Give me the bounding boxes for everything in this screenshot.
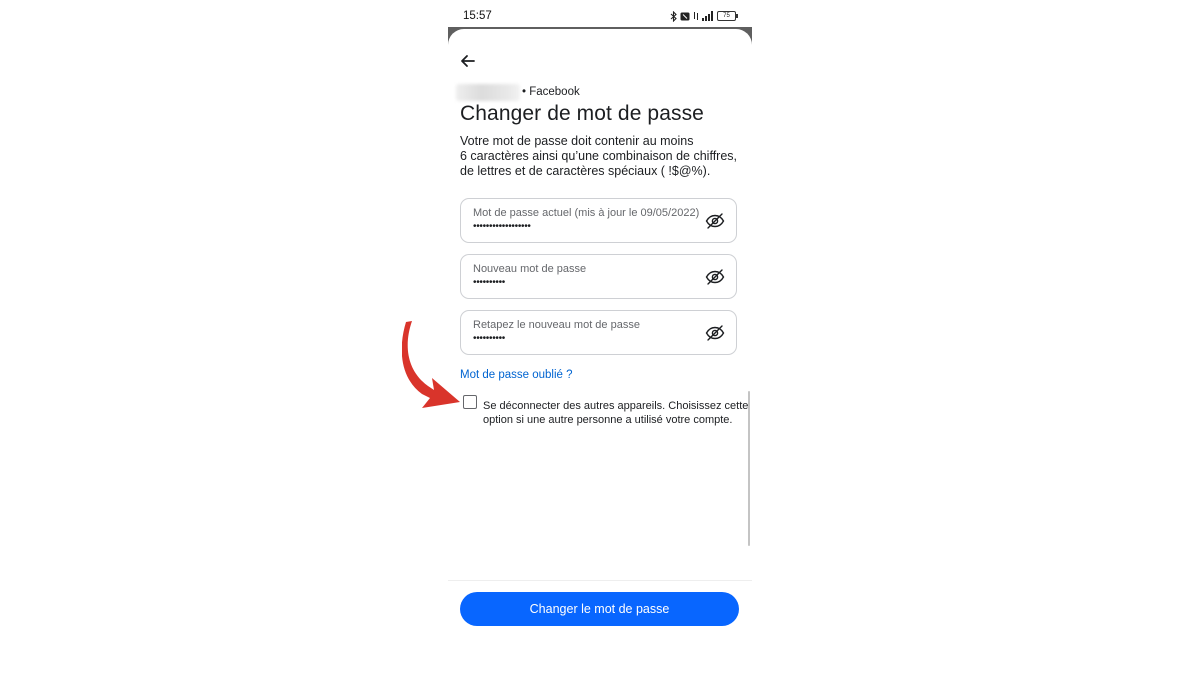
forgot-password-link[interactable]: Mot de passe oublié ? <box>460 369 573 381</box>
bluetooth-icon <box>670 10 677 22</box>
page-title: Changer de mot de passe <box>460 102 704 125</box>
confirm-password-label: Retapez le nouveau mot de passe <box>473 319 640 331</box>
red-curved-arrow-icon <box>402 321 460 408</box>
account-platform: • Facebook <box>522 86 580 98</box>
confirm-password-field[interactable]: Retapez le nouveau mot de passe ••••••••… <box>460 310 737 355</box>
requirements-line-2: 6 caractères ainsi qu’une combinaison de… <box>460 149 738 163</box>
eye-off-icon[interactable] <box>705 213 725 229</box>
logout-option-line-2: option si une autre personne a utilisé v… <box>483 414 733 426</box>
current-password-label: Mot de passe actuel (mis à jour le 09/05… <box>473 207 700 219</box>
android-nav-bar <box>448 669 752 675</box>
blurred-account-name <box>456 83 520 101</box>
back-arrow-icon[interactable] <box>459 52 477 70</box>
status-time: 15:57 <box>463 10 492 22</box>
new-password-value[interactable]: •••••••••• <box>473 277 505 288</box>
status-bar: 15:57 75 <box>448 0 752 27</box>
account-line: • Facebook <box>456 83 580 101</box>
signal-icon <box>702 11 713 21</box>
scrollbar[interactable] <box>748 391 750 546</box>
battery-icon: 75 <box>717 11 738 21</box>
logout-option-line-1: Se déconnecter des autres appareils. Cho… <box>483 400 749 412</box>
logout-other-devices-label[interactable]: Se déconnecter des autres appareils. Cho… <box>483 399 749 427</box>
confirm-password-value[interactable]: •••••••••• <box>473 333 505 344</box>
logout-other-devices-checkbox[interactable] <box>463 395 477 409</box>
requirements-line-1: Votre mot de passe doit contenir au moin… <box>460 134 694 148</box>
current-password-value[interactable]: •••••••••••••••••• <box>473 221 531 232</box>
eye-off-icon[interactable] <box>705 269 725 285</box>
new-password-field[interactable]: Nouveau mot de passe •••••••••• <box>460 254 737 299</box>
password-requirements: Votre mot de passe doit contenir au moin… <box>460 134 745 179</box>
footer-divider <box>448 580 752 581</box>
screenshot-canvas: 15:57 75 • Facebook Changer de mot de pa… <box>0 0 1200 675</box>
status-icons: 75 <box>670 9 738 23</box>
data-arrows-icon <box>694 12 698 20</box>
change-password-button[interactable]: Changer le mot de passe <box>460 592 739 626</box>
eye-off-icon[interactable] <box>705 325 725 341</box>
phone-screen: 15:57 75 • Facebook Changer de mot de pa… <box>448 0 752 675</box>
nfc-icon <box>680 12 690 20</box>
change-password-sheet: • Facebook Changer de mot de passe Votre… <box>448 29 752 675</box>
requirements-line-3: de lettres et de caractères spéciaux ( !… <box>460 164 711 178</box>
current-password-field[interactable]: Mot de passe actuel (mis à jour le 09/05… <box>460 198 737 243</box>
new-password-label: Nouveau mot de passe <box>473 263 587 275</box>
